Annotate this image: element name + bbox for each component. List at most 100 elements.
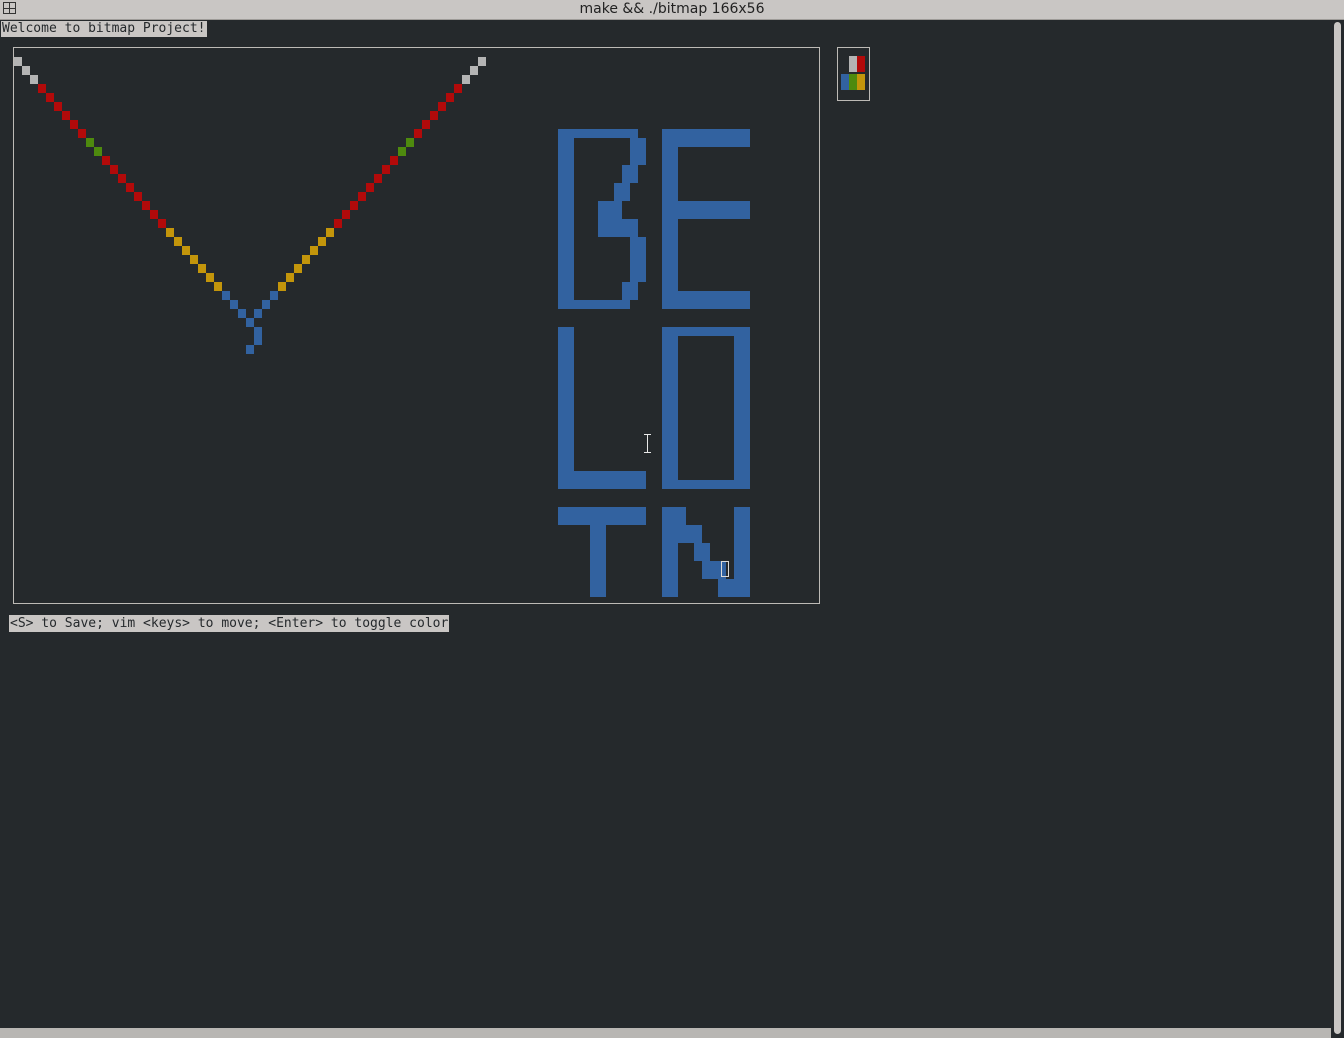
letter-b-pixel xyxy=(566,246,574,255)
letter-b-pixel xyxy=(582,300,590,309)
letter-l-pixel xyxy=(558,435,566,444)
letter-n-pixel xyxy=(686,525,694,534)
letter-e-pixel xyxy=(710,300,718,309)
letter-n-pixel xyxy=(678,507,686,516)
letter-b-pixel xyxy=(598,129,606,138)
v-bottom-pixel xyxy=(254,336,262,345)
letter-n-pixel xyxy=(694,525,702,534)
letter-b-pixel xyxy=(630,282,638,291)
v-left-pixel xyxy=(206,273,214,282)
window-title: make && ./bitmap 166x56 xyxy=(579,1,765,17)
letter-o-pixel xyxy=(662,372,670,381)
letter-t-pixel xyxy=(598,507,606,516)
letter-t-pixel xyxy=(598,516,606,525)
letter-o-pixel xyxy=(662,363,670,372)
letter-o-pixel xyxy=(734,399,742,408)
letter-l-pixel xyxy=(558,381,566,390)
letter-n-pixel xyxy=(742,588,750,597)
letter-b-pixel xyxy=(638,255,646,264)
letter-e-pixel xyxy=(662,282,670,291)
letter-n-pixel xyxy=(734,552,742,561)
palette-swatch-blue[interactable] xyxy=(841,74,849,90)
letter-e-pixel xyxy=(718,300,726,309)
letter-o-pixel xyxy=(662,462,670,471)
palette-swatch-yellow[interactable] xyxy=(857,74,865,90)
letter-t-pixel xyxy=(598,561,606,570)
letter-o-pixel xyxy=(742,453,750,462)
letter-b-pixel xyxy=(558,300,566,309)
color-palette[interactable] xyxy=(837,47,870,101)
letter-o-pixel xyxy=(662,471,670,480)
letter-b-pixel xyxy=(558,183,566,192)
palette-swatch-grey[interactable] xyxy=(849,56,857,72)
letter-o-pixel xyxy=(662,408,670,417)
letter-e-pixel xyxy=(670,282,678,291)
letter-l-pixel xyxy=(558,390,566,399)
v-bottom-pixel xyxy=(246,345,254,354)
letter-o-pixel xyxy=(742,408,750,417)
letter-o-pixel xyxy=(742,381,750,390)
letter-e-pixel xyxy=(718,138,726,147)
letter-o-pixel xyxy=(742,480,750,489)
v-right-pixel xyxy=(478,57,486,66)
letter-l-pixel xyxy=(558,426,566,435)
letter-o-pixel xyxy=(734,390,742,399)
letter-e-pixel xyxy=(662,201,670,210)
letter-e-pixel xyxy=(742,291,750,300)
letter-o-pixel xyxy=(734,417,742,426)
letter-l-pixel xyxy=(558,345,566,354)
v-left-pixel xyxy=(62,111,70,120)
letter-b-pixel xyxy=(630,255,638,264)
vertical-scrollbar[interactable] xyxy=(1331,20,1344,1038)
letter-o-pixel xyxy=(670,399,678,408)
letter-e-pixel xyxy=(742,210,750,219)
letter-t-pixel xyxy=(598,570,606,579)
v-right-pixel xyxy=(270,291,278,300)
letter-e-pixel xyxy=(734,300,742,309)
letter-o-pixel xyxy=(670,462,678,471)
letter-b-pixel xyxy=(638,246,646,255)
letter-l-pixel xyxy=(582,480,590,489)
v-left-pixel xyxy=(54,102,62,111)
letter-n-pixel xyxy=(734,507,742,516)
letter-b-pixel xyxy=(630,138,638,147)
letter-o-pixel xyxy=(694,480,702,489)
letter-b-pixel xyxy=(566,255,574,264)
horizontal-scrollbar[interactable] xyxy=(0,1028,1331,1038)
palette-swatch-green[interactable] xyxy=(849,74,857,90)
letter-t-pixel xyxy=(590,534,598,543)
v-right-pixel xyxy=(326,228,334,237)
scroll-thumb[interactable] xyxy=(1334,22,1341,1034)
letter-b-pixel xyxy=(598,219,606,228)
v-right-pixel xyxy=(318,237,326,246)
v-left-pixel xyxy=(94,147,102,156)
letter-e-pixel xyxy=(710,129,718,138)
v-left-pixel xyxy=(110,165,118,174)
letter-n-pixel xyxy=(742,507,750,516)
letter-o-pixel xyxy=(734,327,742,336)
letter-o-pixel xyxy=(670,345,678,354)
v-left-pixel xyxy=(150,210,158,219)
letter-b-pixel xyxy=(606,129,614,138)
letter-b-pixel xyxy=(598,300,606,309)
help-bar: <S> to Save; vim <keys> to move; <Enter>… xyxy=(9,615,450,632)
palette-swatch-red[interactable] xyxy=(857,56,865,72)
v-right-pixel xyxy=(446,93,454,102)
letter-e-pixel xyxy=(726,210,734,219)
letter-l-pixel xyxy=(558,471,566,480)
letter-b-pixel xyxy=(638,147,646,156)
letter-n-pixel xyxy=(734,561,742,570)
letter-e-pixel xyxy=(670,264,678,273)
letter-l-pixel xyxy=(566,444,574,453)
v-left-pixel xyxy=(78,129,86,138)
letter-n-pixel xyxy=(662,516,670,525)
bitmap-canvas[interactable] xyxy=(13,47,820,604)
letter-b-pixel xyxy=(574,300,582,309)
v-left-pixel xyxy=(22,66,30,75)
letter-b-pixel xyxy=(590,300,598,309)
letter-l-pixel xyxy=(566,480,574,489)
letter-l-pixel xyxy=(566,462,574,471)
letter-e-pixel xyxy=(742,201,750,210)
letter-n-pixel xyxy=(670,552,678,561)
letter-b-pixel xyxy=(558,210,566,219)
